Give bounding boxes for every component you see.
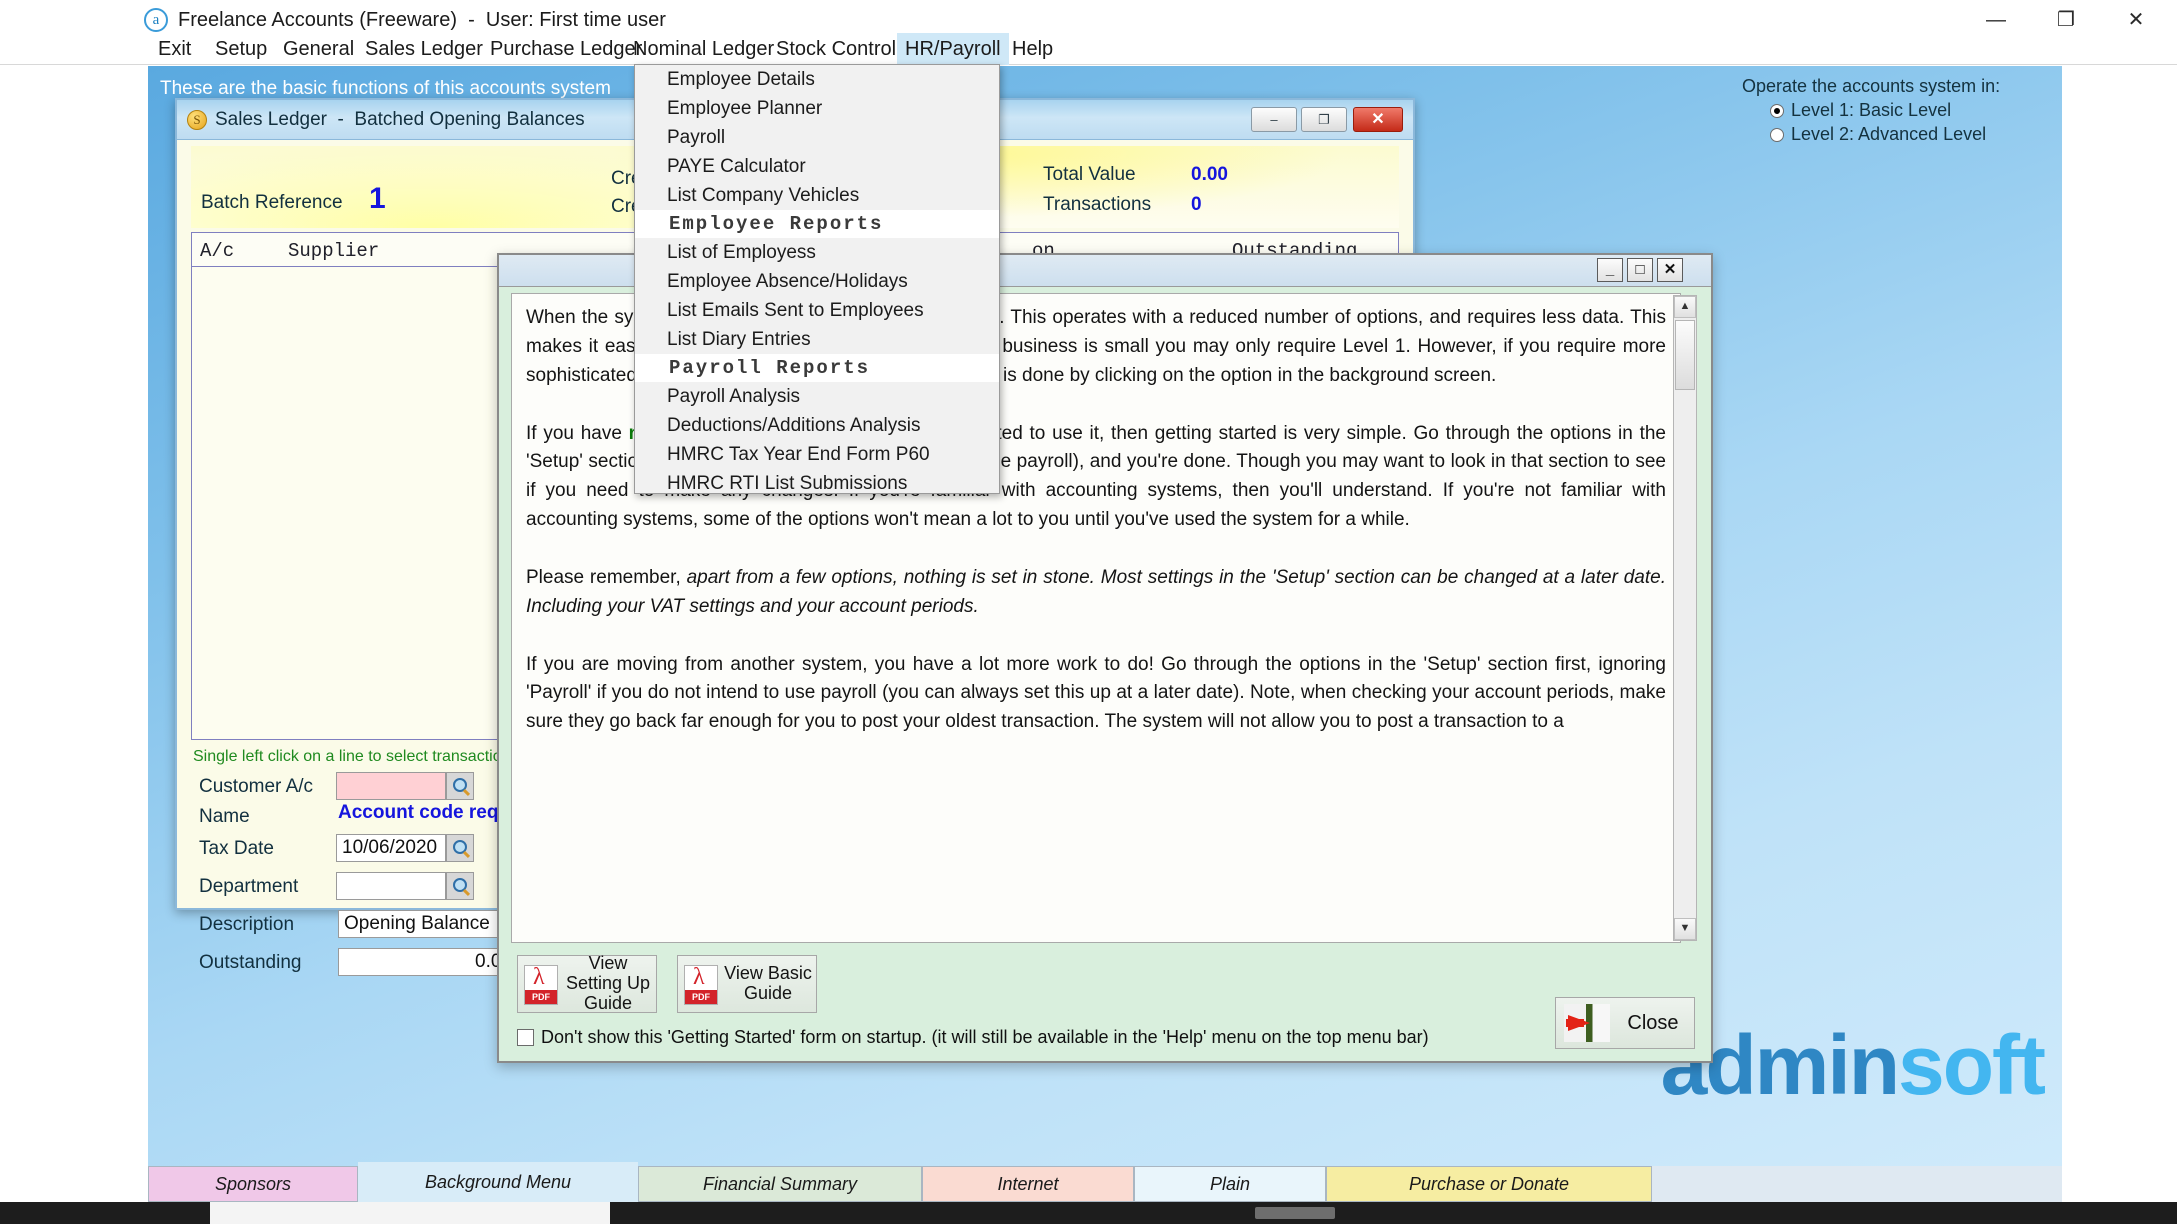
main-menu-bar: ExitSetupGeneralSales LedgerPurchase Led… [0,33,2177,65]
menu-sales-ledger[interactable]: Sales Ledger [357,33,491,65]
dont-show-startup-row[interactable]: Don't show this 'Getting Started' form o… [517,1027,1429,1048]
menu-hr-payroll[interactable]: HR/Payroll [897,33,1009,65]
description-label: Description [199,914,294,936]
transactions-label: Transactions [1043,194,1151,216]
customer-ac-lookup-icon[interactable] [446,772,474,800]
tab-label: Sponsors [215,1174,291,1195]
menu-item-employee-details[interactable]: Employee Details [635,65,999,94]
level-option-2[interactable]: Level 2: Advanced Level [1770,124,1986,145]
tab-sponsors[interactable]: Sponsors [148,1166,358,1202]
adminsoft-logo: adminsoft [1661,1017,2044,1114]
menu-item-paye-calculator[interactable]: PAYE Calculator [635,152,999,181]
coin-s-icon: S [187,110,207,130]
sales-ledger-title: Sales Ledger - Batched Opening Balances [215,109,585,131]
tab-plain[interactable]: Plain [1134,1166,1326,1202]
tax-date-label: Tax Date [199,838,274,860]
customer-ac-label: Customer A/c [199,776,313,798]
tab-label: Plain [1210,1174,1250,1195]
getting-started-minimize-button[interactable]: _ [1597,258,1623,282]
menu-setup[interactable]: Setup [207,33,275,65]
department-lookup-icon[interactable] [446,872,474,900]
tab-background-menu[interactable]: Background Menu [358,1162,638,1202]
sales-ledger-minimize-button[interactable]: – [1251,107,1297,132]
outstanding-input[interactable]: 0.00 [338,948,518,976]
total-value-label: Total Value [1043,164,1136,186]
tab-financial-summary[interactable]: Financial Summary [638,1166,922,1202]
tab-purchase-or-donate[interactable]: Purchase or Donate [1326,1166,1652,1202]
menu-item-deductions-additions-analysis[interactable]: Deductions/Additions Analysis [635,411,999,440]
taskbar-indicator [1255,1207,1335,1219]
view-setting-up-guide-button[interactable]: View Setting Up Guide [517,955,657,1013]
total-value-amount: 0.00 [1191,164,1228,186]
getting-started-close-action-button[interactable]: Close [1555,997,1695,1049]
menu-nominal-ledger[interactable]: Nominal Ledger [625,33,782,65]
pdf-icon [524,965,558,1005]
menu-item-payroll-analysis[interactable]: Payroll Analysis [635,382,999,411]
customer-ac-input[interactable] [336,772,446,800]
department-label: Department [199,876,298,898]
radio-dot-icon[interactable] [1770,128,1784,142]
dont-show-startup-checkbox[interactable] [517,1029,534,1046]
radio-dot-icon[interactable] [1770,104,1784,118]
tab-internet[interactable]: Internet [922,1166,1134,1202]
menu-stock-control[interactable]: Stock Control [768,33,904,65]
name-label: Name [199,806,250,828]
batch-reference-value: 1 [369,182,386,216]
bottom-tab-strip: Sponsors Background Menu Financial Summary… [148,1166,2062,1202]
level-option-1[interactable]: Level 1: Basic Level [1770,100,1951,121]
transactions-count: 0 [1191,194,1202,216]
menu-item-employee-planner[interactable]: Employee Planner [635,94,999,123]
batch-reference-label: Batch Reference [201,192,343,214]
operating-level-panel: Operate the accounts system in: Level 1:… [1742,76,2052,142]
menu-exit[interactable]: Exit [150,33,199,65]
menu-item-list-diary-entries[interactable]: List Diary Entries [635,325,999,354]
menu-section-payroll-reports: Payroll Reports [635,354,999,382]
red-arrow-exit-icon [1564,1004,1610,1042]
menu-item-list-emails-sent-to-employees[interactable]: List Emails Sent to Employees [635,296,999,325]
desktop-hint-text: These are the basic functions of this ac… [160,78,611,100]
application-title: Freelance Accounts (Freeware) - User: Fi… [178,8,666,32]
menu-item-hmrc-rti-list-submissions[interactable]: HMRC RTI List Submissions [635,469,999,498]
tab-label: Background Menu [425,1172,571,1193]
menu-item-list-company-vehicles[interactable]: List Company Vehicles [635,181,999,210]
menu-section-employee-reports: Employee Reports [635,210,999,238]
tab-label: Financial Summary [703,1174,857,1195]
hr-payroll-dropdown-menu: Employee DetailsEmployee PlannerPayrollP… [634,64,1000,494]
column-header-supplier[interactable]: Supplier [288,240,379,262]
menu-item-list-of-employess[interactable]: List of Employess [635,238,999,267]
tab-label: Purchase or Donate [1409,1174,1569,1195]
tab-label: Internet [997,1174,1058,1195]
getting-started-maximize-button[interactable]: □ [1627,258,1653,282]
level-option-label: Level 2: Advanced Level [1791,124,1986,144]
level-option-label: Level 1: Basic Level [1791,100,1951,120]
os-taskbar [0,1202,2177,1224]
getting-started-close-button[interactable]: ✕ [1657,258,1683,282]
scroll-up-icon[interactable]: ▲ [1674,296,1696,318]
department-input[interactable] [336,872,446,900]
scroll-down-icon[interactable]: ▼ [1674,918,1696,940]
dont-show-startup-label: Don't show this 'Getting Started' form o… [541,1027,1429,1047]
operating-level-title: Operate the accounts system in: [1742,76,2000,97]
menu-item-hmrc-tax-year-end-form-p60[interactable]: HMRC Tax Year End Form P60 [635,440,999,469]
outstanding-label: Outstanding [199,952,301,974]
column-header-ac[interactable]: A/c [200,240,234,262]
taskbar-window-thumbnail[interactable] [210,1202,610,1224]
getting-started-scrollbar[interactable]: ▲ ▼ [1673,295,1697,941]
sales-ledger-maximize-button[interactable]: ❐ [1301,107,1347,132]
menu-item-payroll[interactable]: Payroll [635,123,999,152]
adminsoft-circle-a-icon: a [144,8,168,32]
tax-date-lookup-icon[interactable] [446,834,474,862]
menu-help[interactable]: Help [1004,33,1061,65]
menu-general[interactable]: General [275,33,362,65]
logo-soft-text: soft [1898,1018,2044,1112]
menu-item-employee-absence-holidays[interactable]: Employee Absence/Holidays [635,267,999,296]
scrollbar-thumb[interactable] [1675,320,1695,390]
tax-date-input[interactable]: 10/06/2020 [336,834,446,862]
view-basic-guide-button[interactable]: View Basic Guide [677,955,817,1013]
pdf-icon [684,965,718,1005]
sales-ledger-close-button[interactable]: ✕ [1353,107,1403,132]
